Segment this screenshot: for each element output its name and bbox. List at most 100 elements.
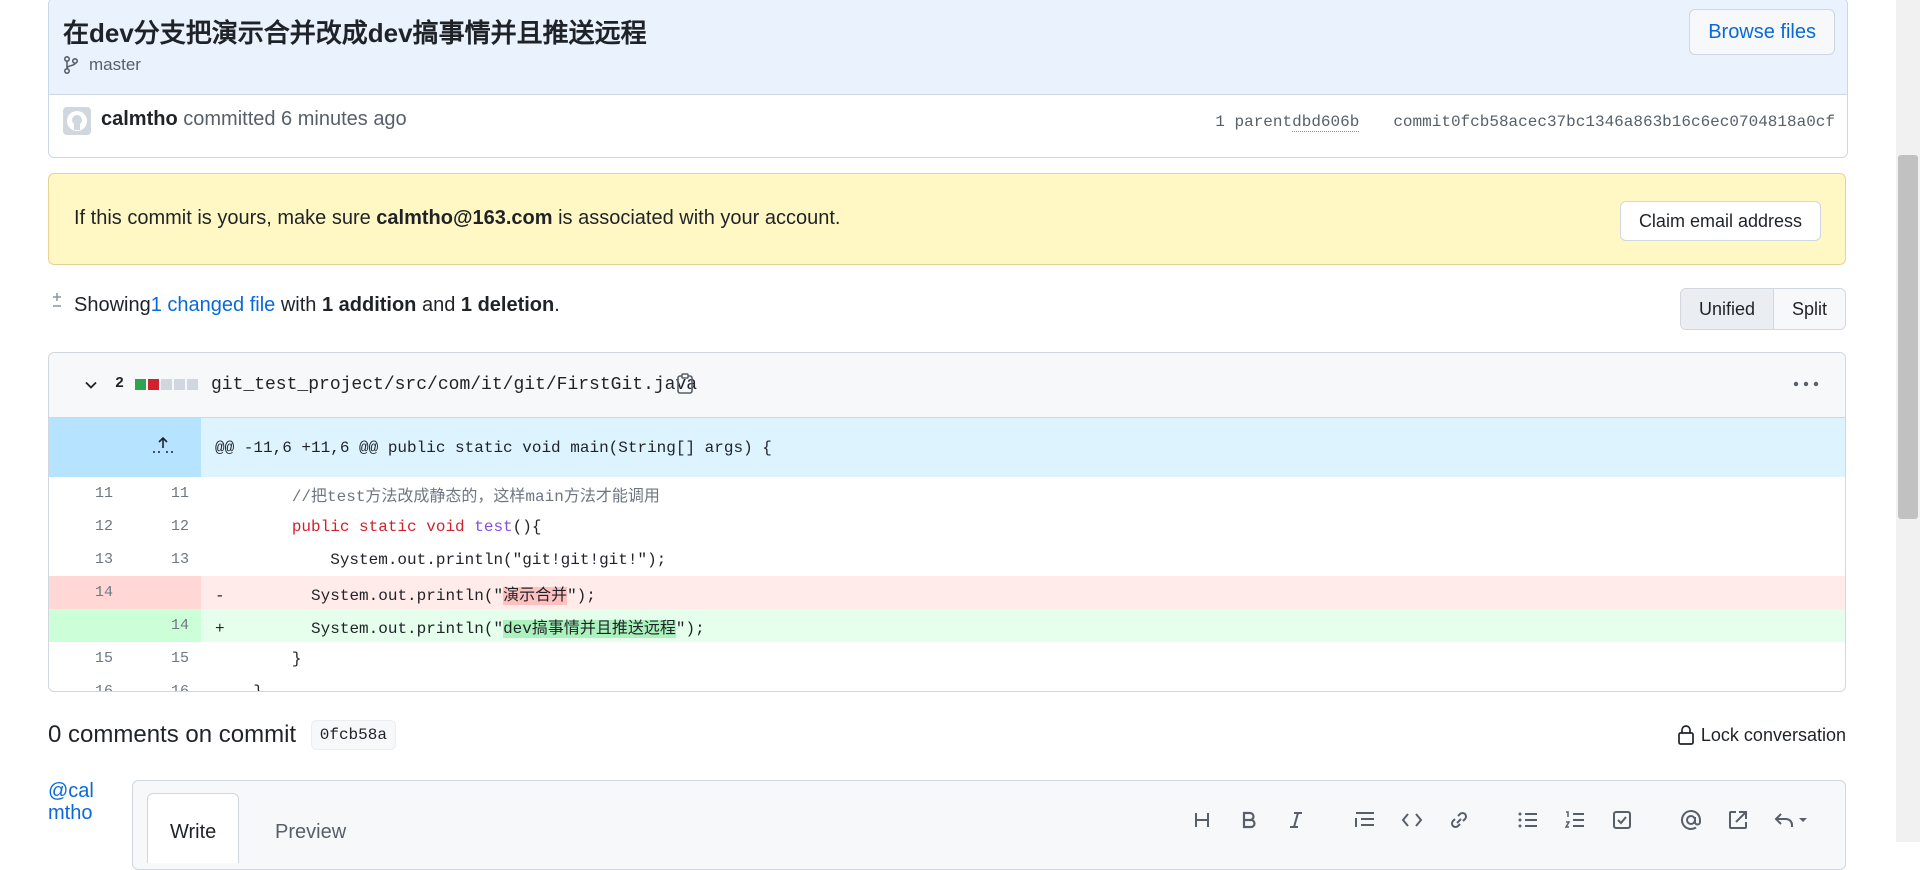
flash-email: calmtho@163.com (376, 207, 553, 229)
diff-line-context: 12 12 public static void test(){ (49, 510, 1845, 543)
changes-count: 2 (115, 375, 125, 392)
hunk-header: @@ -11,6 +11,6 @@ public static void mai… (201, 418, 1845, 477)
tab-write[interactable]: Write (147, 793, 240, 863)
claim-email-button[interactable]: Claim email address (1619, 201, 1821, 241)
code-icon[interactable] (1388, 805, 1435, 835)
diffstat-deleted-block (148, 379, 159, 390)
code-text: } (291, 649, 302, 668)
diff-plus-minus-icon (53, 292, 61, 307)
avatar[interactable] (63, 107, 91, 135)
chevron-down-icon[interactable] (83, 377, 99, 393)
cross-reference-icon[interactable] (1714, 805, 1761, 835)
old-line-number[interactable] (49, 609, 125, 642)
deletions-count: 1 deletion (460, 294, 555, 316)
summary-showing: Showing (74, 294, 151, 316)
author-line: calmtho committed 6 minutes ago (101, 108, 407, 131)
new-line-number[interactable] (125, 576, 201, 609)
deleted-highlight: 演示合并 (503, 586, 568, 605)
comments-heading: 0 comments on commit 0fcb58a (48, 720, 396, 750)
commit-title-area: 在dev分支把演示合并改成dev搞事情并且推送远程 master Browse … (49, 0, 1847, 95)
copy-icon[interactable] (675, 373, 695, 395)
file-path-link[interactable]: git_test_project/src/com/it/git/FirstGit… (211, 375, 697, 395)
deletion-sign: - (215, 586, 225, 605)
diff-line-context: 11 11 //把test方法改成静态的，这样main方法才能调用 (49, 477, 1845, 510)
new-line-number[interactable]: 14 (125, 609, 201, 642)
code-pre: System.out.println(" (311, 619, 504, 638)
markdown-toolbar (1178, 805, 1821, 835)
diff-file: 2 git_test_project/src/com/it/git/FirstG… (48, 352, 1846, 692)
expand-up-button[interactable] (49, 418, 201, 477)
mention-icon[interactable] (1667, 805, 1714, 835)
commit-label: commit (1393, 113, 1451, 131)
task-list-icon[interactable] (1598, 805, 1645, 835)
new-line-number[interactable]: 11 (125, 477, 201, 510)
old-line-number[interactable]: 14 (49, 576, 125, 609)
quote-icon[interactable] (1341, 805, 1388, 835)
diffstat-neutral-block (174, 379, 185, 390)
function-name: test (474, 517, 513, 536)
code-line: } (201, 642, 1845, 675)
summary-with: with (275, 294, 322, 316)
diffstat-neutral-block (187, 379, 198, 390)
code-line: public static void test(){ (201, 510, 1845, 543)
diff-line-addition: 14 + System.out.println("dev搞事情并且推送远程"); (49, 609, 1845, 642)
code-line: + System.out.println("dev搞事情并且推送远程"); (201, 609, 1845, 642)
unified-view-button[interactable]: Unified (1680, 289, 1774, 329)
split-view-button[interactable]: Split (1773, 289, 1845, 329)
comment-text: //把test方法改成静态的，这样main方法才能调用 (291, 487, 660, 506)
page-scrollbar[interactable] (1896, 0, 1920, 842)
old-line-number[interactable]: 11 (49, 477, 125, 510)
changed-files-link[interactable]: 1 changed file (151, 294, 276, 317)
flash-text: If this commit is yours, make sure calmt… (74, 207, 840, 230)
branch-name[interactable]: master (89, 55, 141, 75)
kebab-horizontal-icon[interactable] (1793, 381, 1819, 387)
code-post: "); (675, 619, 705, 638)
diff-view-toggle: Unified Split (1679, 288, 1846, 330)
ordered-list-icon[interactable] (1551, 805, 1598, 835)
commit-title: 在dev分支把演示合并改成dev搞事情并且推送远程 (63, 18, 647, 48)
code-text: } (253, 682, 264, 692)
link-icon[interactable] (1435, 805, 1482, 835)
commit-short-sha: 0fcb58a (310, 720, 396, 750)
diff-line-deletion: 14 - System.out.println("演示合并"); (49, 576, 1845, 609)
code-line: //把test方法改成静态的，这样main方法才能调用 (201, 477, 1845, 510)
author-link[interactable]: calmtho (101, 108, 178, 130)
diffstat-bar (135, 379, 198, 390)
old-line-number[interactable]: 16 (49, 675, 125, 691)
file-header: 2 git_test_project/src/com/it/git/FirstG… (49, 353, 1845, 418)
browse-files-button[interactable]: Browse files (1689, 9, 1835, 55)
lock-icon (1678, 725, 1694, 745)
tab-preview[interactable]: Preview (253, 793, 368, 863)
branch-indicator: master (63, 55, 141, 75)
old-line-number[interactable]: 13 (49, 543, 125, 576)
flash-prefix: If this commit is yours, make sure (74, 207, 377, 229)
heading-icon[interactable] (1178, 805, 1225, 835)
commit-header: 在dev分支把演示合并改成dev搞事情并且推送远程 master Browse … (48, 0, 1848, 158)
addition-sign: + (215, 619, 225, 638)
new-line-number[interactable]: 13 (125, 543, 201, 576)
italic-icon[interactable] (1272, 805, 1319, 835)
bold-icon[interactable] (1225, 805, 1272, 835)
added-highlight: dev搞事情并且推送远程 (503, 619, 676, 638)
lock-conversation-button[interactable]: Lock conversation (1677, 724, 1846, 746)
code-text: System.out.println("git!git!git!"); (330, 550, 667, 569)
old-line-number[interactable]: 12 (49, 510, 125, 543)
old-line-number[interactable]: 15 (49, 642, 125, 675)
current-user-avatar[interactable]: @calmtho (48, 780, 108, 842)
unordered-list-icon[interactable] (1504, 805, 1551, 835)
parent-sha-link[interactable]: dbd606b (1292, 113, 1360, 132)
scrollbar-thumb[interactable] (1898, 155, 1918, 519)
new-line-number[interactable]: 16 (125, 675, 201, 691)
parent-label: 1 parent (1215, 113, 1293, 131)
diff-summary: Showing 1 changed file with 1 addition a… (50, 292, 560, 317)
summary-and: and (416, 294, 461, 316)
reply-icon[interactable] (1761, 805, 1821, 835)
new-line-number[interactable]: 12 (125, 510, 201, 543)
new-line-number[interactable]: 15 (125, 642, 201, 675)
